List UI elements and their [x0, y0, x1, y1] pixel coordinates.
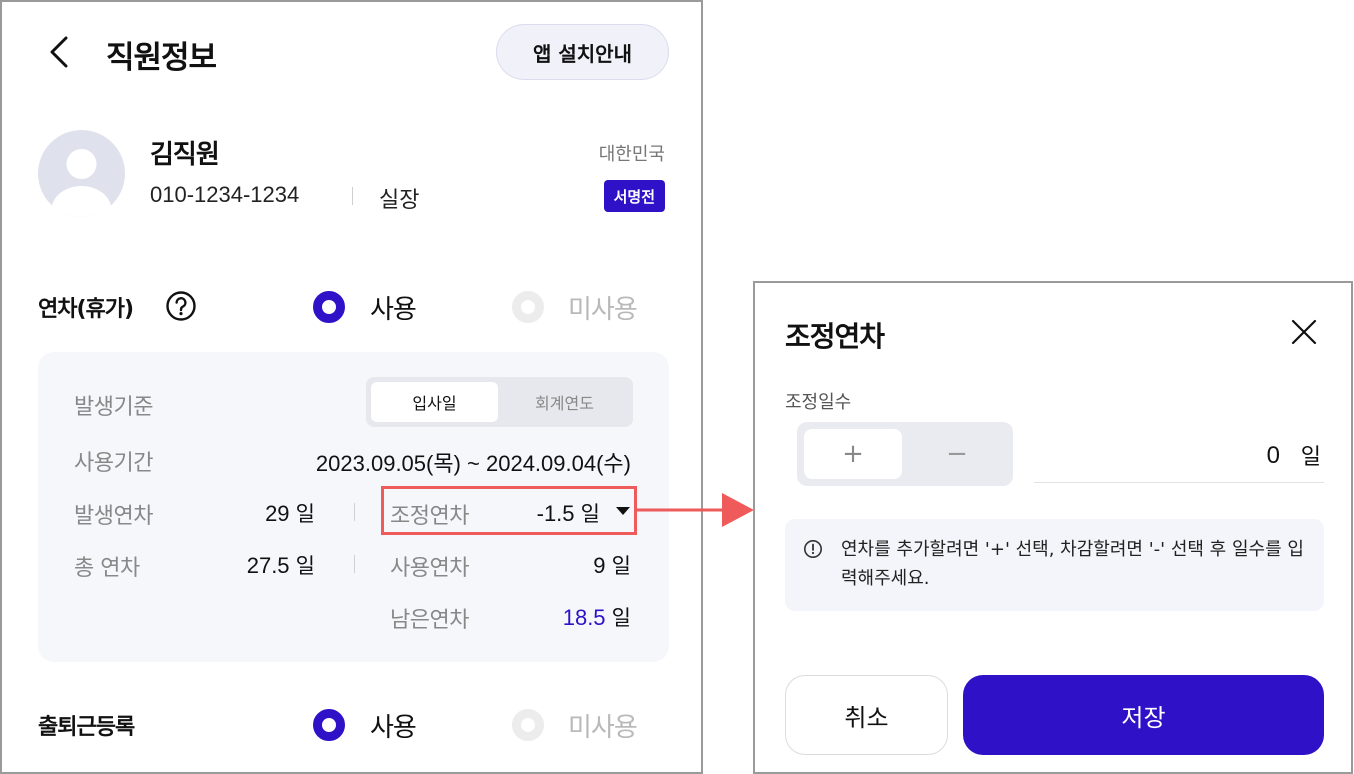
back-icon[interactable] — [42, 32, 78, 72]
divider — [352, 187, 353, 205]
minus-button[interactable]: − — [908, 429, 1006, 479]
total-label: 총 연차 — [74, 556, 140, 581]
adjusted-value: -1.5 일 — [536, 501, 600, 526]
help-icon[interactable] — [165, 290, 197, 322]
attendance-use-radio[interactable] — [313, 709, 345, 741]
adjust-days-input[interactable] — [1034, 429, 1324, 483]
plus-button[interactable]: + — [804, 429, 902, 479]
employee-role: 실장 — [379, 188, 420, 213]
attendance-unused-label: 미사용 — [568, 713, 638, 743]
attendance-unused-radio[interactable] — [512, 709, 544, 741]
period-label: 사용기간 — [74, 451, 153, 476]
leave-section-label: 연차(휴가) — [38, 297, 134, 322]
leave-unused-label: 미사용 — [568, 295, 638, 325]
cancel-button[interactable]: 취소 — [785, 675, 948, 755]
basis-label: 발생기준 — [74, 395, 153, 420]
page-title: 직원정보 — [106, 40, 217, 76]
modal-title: 조정연차 — [785, 320, 885, 353]
accrued-label: 발생연차 — [74, 504, 153, 529]
adjust-days-label: 조정일수 — [785, 392, 852, 413]
leave-use-radio[interactable] — [313, 291, 345, 323]
callout-arrow-icon — [636, 493, 754, 527]
divider — [354, 555, 355, 573]
app-install-guide-button[interactable]: 앱 설치안내 — [496, 24, 669, 80]
adjust-days-unit: 일 — [1300, 445, 1321, 470]
accrued-value: 29 일 — [265, 501, 315, 526]
status-badge: 서명전 — [603, 180, 665, 212]
remaining-value: 18.5 일 — [562, 605, 631, 630]
employee-country: 대한민국 — [598, 144, 665, 165]
leave-unused-radio[interactable] — [512, 291, 544, 323]
used-label: 사용연차 — [390, 556, 469, 581]
total-value: 27.5 일 — [246, 553, 315, 578]
attendance-section-label: 출퇴근등록 — [38, 715, 135, 740]
attendance-use-label: 사용 — [370, 713, 417, 743]
basis-segmented-control: 입사일 회계연도 — [366, 377, 633, 427]
leave-details-card: 발생기준 입사일 회계연도 사용기간 2023.09.05(목) ~ 2024.… — [38, 352, 669, 662]
remaining-label: 남은연차 — [390, 608, 469, 633]
info-text: 연차를 추가할려면 '+' 선택, 차감할려면 '-' 선택 후 일수를 입력해… — [841, 539, 1304, 589]
employee-info-screen: 직원정보 앱 설치안내 김직원 010-1234-1234 실장 대한민국 서명… — [0, 0, 703, 774]
adjusted-label: 조정연차 — [390, 504, 469, 529]
basis-option-hire-date[interactable]: 입사일 — [371, 382, 498, 422]
info-notice: 연차를 추가할려면 '+' 선택, 차감할려면 '-' 선택 후 일수를 입력해… — [785, 519, 1324, 611]
basis-option-fiscal-year[interactable]: 회계연도 — [501, 382, 628, 422]
leave-use-label: 사용 — [370, 295, 417, 325]
divider — [354, 503, 355, 521]
info-icon — [804, 540, 822, 558]
employee-phone: 010-1234-1234 — [150, 182, 300, 207]
period-value: 2023.09.05(목) ~ 2024.09.04(수) — [315, 451, 631, 476]
user-placeholder-icon — [51, 149, 112, 217]
save-button[interactable]: 저장 — [963, 675, 1324, 755]
employee-name: 김직원 — [150, 140, 220, 170]
used-value: 9 일 — [593, 553, 631, 578]
avatar — [38, 130, 125, 217]
sign-toggle: + − — [797, 422, 1013, 486]
adjust-leave-modal: 조정연차 조정일수 + − 일 연차를 추가할려면 '+' 선택, 차감할려면 … — [753, 281, 1353, 774]
close-icon[interactable] — [1289, 317, 1319, 347]
